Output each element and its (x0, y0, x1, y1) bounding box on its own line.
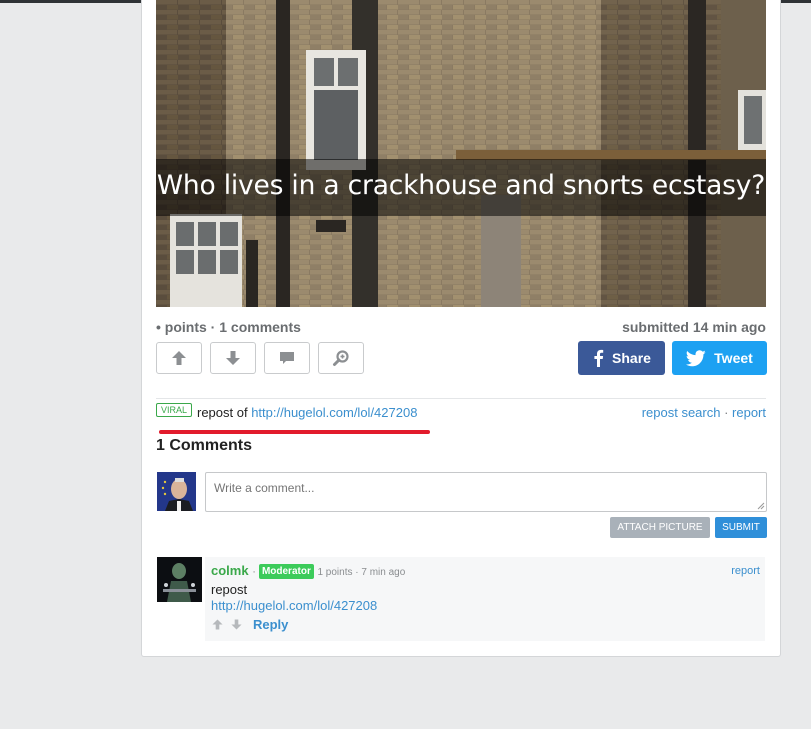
zoom-icon (333, 350, 349, 366)
report-link[interactable]: report (732, 405, 766, 420)
user-avatar-photo (157, 472, 196, 511)
downvote-arrow-icon (226, 351, 240, 365)
zoom-button[interactable] (318, 342, 364, 374)
downvote-arrow-icon[interactable] (230, 618, 243, 631)
downvote-button[interactable] (210, 342, 256, 374)
upvote-button[interactable] (156, 342, 202, 374)
comment-header: colmk · Moderator 1 points · 7 min ago (211, 563, 405, 579)
repost-row: VIRAL repost of http://hugelol.com/lol/4… (156, 403, 766, 423)
commenter-avatar-image (157, 557, 202, 602)
comment-points: 1 points (317, 567, 353, 578)
moderator-badge: Moderator (258, 564, 314, 579)
separator: · (252, 566, 259, 578)
points-comments: • points · 1 comments (156, 319, 301, 335)
viral-badge: VIRAL (156, 403, 193, 417)
comment-link[interactable]: http://hugelol.com/lol/427208 (211, 598, 377, 613)
submit-button[interactable]: SUBMIT (715, 517, 767, 538)
comment-input[interactable] (205, 472, 767, 512)
comment-button[interactable] (264, 342, 310, 374)
upvote-arrow-icon[interactable] (211, 618, 224, 631)
post-caption: Who lives in a crackhouse and snorts ecs… (156, 170, 766, 201)
reply-button[interactable]: Reply (253, 617, 288, 632)
twitter-tweet-button[interactable]: Tweet (672, 341, 767, 375)
post-image[interactable]: Who lives in a crackhouse and snorts ecs… (156, 0, 766, 307)
divider (156, 398, 766, 399)
repost-link[interactable]: http://hugelol.com/lol/427208 (251, 405, 417, 420)
facebook-share-label: Share (612, 350, 651, 366)
submitted-time: submitted 14 min ago (622, 319, 766, 335)
comment-age: 7 min ago (361, 567, 406, 578)
repost-search-link[interactable]: repost search (642, 405, 721, 420)
twitter-tweet-label: Tweet (714, 350, 753, 366)
separator: · (720, 405, 733, 420)
resize-grip-icon[interactable] (757, 502, 765, 510)
brick-building-photo (156, 0, 766, 307)
comment-report-link[interactable]: report (731, 565, 760, 577)
comment-item: colmk · Moderator 1 points · 7 min ago r… (205, 557, 765, 641)
facebook-share-button[interactable]: Share (578, 341, 665, 375)
repost-notice: repost of http://hugelol.com/lol/427208 (197, 405, 417, 420)
avatar (157, 472, 196, 511)
facebook-icon (594, 349, 604, 367)
post-meta: • points · 1 comments submitted 14 min a… (156, 319, 766, 337)
red-underline-annotation (159, 430, 430, 434)
twitter-icon (686, 349, 706, 366)
avatar[interactable] (157, 557, 202, 602)
comment-bubble-icon (280, 352, 294, 364)
repost-prefix: repost of (197, 405, 252, 420)
repost-actions: repost search · report (642, 405, 766, 420)
attach-picture-button[interactable]: ATTACH PICTURE (610, 517, 710, 538)
upvote-arrow-icon (172, 351, 186, 365)
post-card: Who lives in a crackhouse and snorts ecs… (141, 0, 781, 657)
comment-username[interactable]: colmk (211, 563, 249, 578)
comments-heading: 1 Comments (156, 437, 253, 454)
comment-body: repost (211, 582, 248, 597)
